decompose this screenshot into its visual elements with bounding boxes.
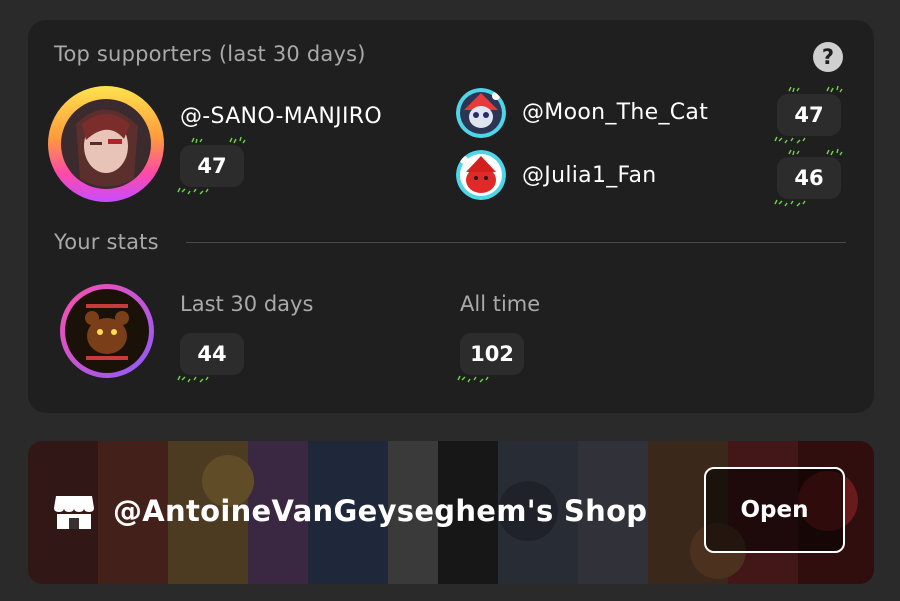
your-stats-title: Your stats [54, 230, 159, 254]
shop-name: @AntoineVanGeyseghem's Shop [113, 494, 648, 528]
all-time-value: 102 [460, 333, 524, 375]
last-30-days-badge: 44 [174, 322, 252, 388]
supporter-2-count: 47 [777, 94, 841, 136]
last-30-days-label: Last 30 days [180, 292, 314, 316]
all-time-badge: 102 [454, 322, 532, 388]
your-avatar[interactable] [58, 282, 156, 380]
supporter-2-count-badge: 47 [771, 83, 849, 149]
supporter-3-count-badge: 46 [771, 146, 849, 212]
last-30-days-value: 44 [180, 333, 244, 375]
supporters-card: Top supporters (last 30 days) ? @-SANO-M… [28, 20, 874, 413]
top-supporter-avatar[interactable] [46, 84, 166, 204]
all-time-label: All time [460, 292, 541, 316]
supporter-2-username[interactable]: @Moon_The_Cat [522, 100, 708, 125]
supporter-3-username[interactable]: @Julia1_Fan [522, 163, 657, 188]
supporter-3-count: 46 [777, 157, 841, 199]
supporter-3-avatar[interactable] [456, 150, 506, 200]
open-shop-button[interactable]: Open [704, 467, 845, 553]
top-supporter-count: 47 [180, 145, 244, 187]
storefront-icon [54, 496, 94, 529]
top-supporter-count-badge: 47 [174, 134, 252, 200]
top-supporter-username[interactable]: @-SANO-MANJIRO [180, 104, 382, 129]
top-supporters-title: Top supporters (last 30 days) [54, 42, 366, 66]
shop-banner[interactable]: @AntoineVanGeyseghem's Shop Open [28, 441, 874, 584]
supporter-2-avatar[interactable] [456, 88, 506, 138]
stats-divider [186, 242, 846, 243]
help-icon[interactable]: ? [813, 42, 843, 72]
